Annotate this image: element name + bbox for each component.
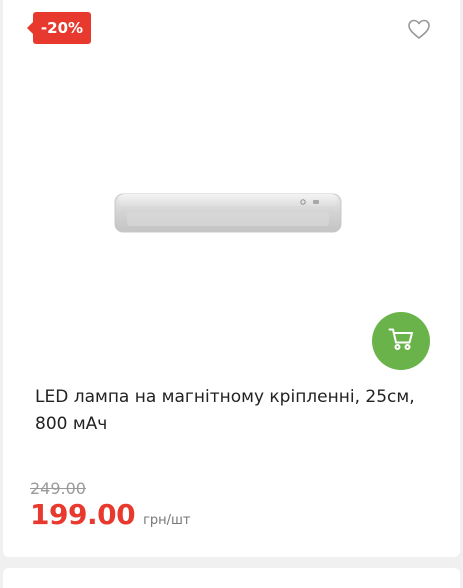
- current-price: 199.00: [30, 498, 136, 531]
- cart-icon: [388, 327, 414, 355]
- add-to-cart-button[interactable]: [372, 312, 430, 370]
- product-title[interactable]: LED лампа на магнітному кріпленні, 25см,…: [35, 384, 430, 438]
- product-image[interactable]: [103, 180, 353, 250]
- price-row: 199.00 грн/шт: [30, 498, 191, 531]
- product-card[interactable]: -20% LED лампа на магнітному кріпленні, …: [3, 0, 460, 557]
- wishlist-heart-icon[interactable]: [407, 18, 431, 40]
- old-price: 249.00: [30, 479, 86, 498]
- price-unit: грн/шт: [143, 513, 191, 528]
- next-product-card: [3, 568, 460, 588]
- discount-badge: -20%: [27, 12, 91, 44]
